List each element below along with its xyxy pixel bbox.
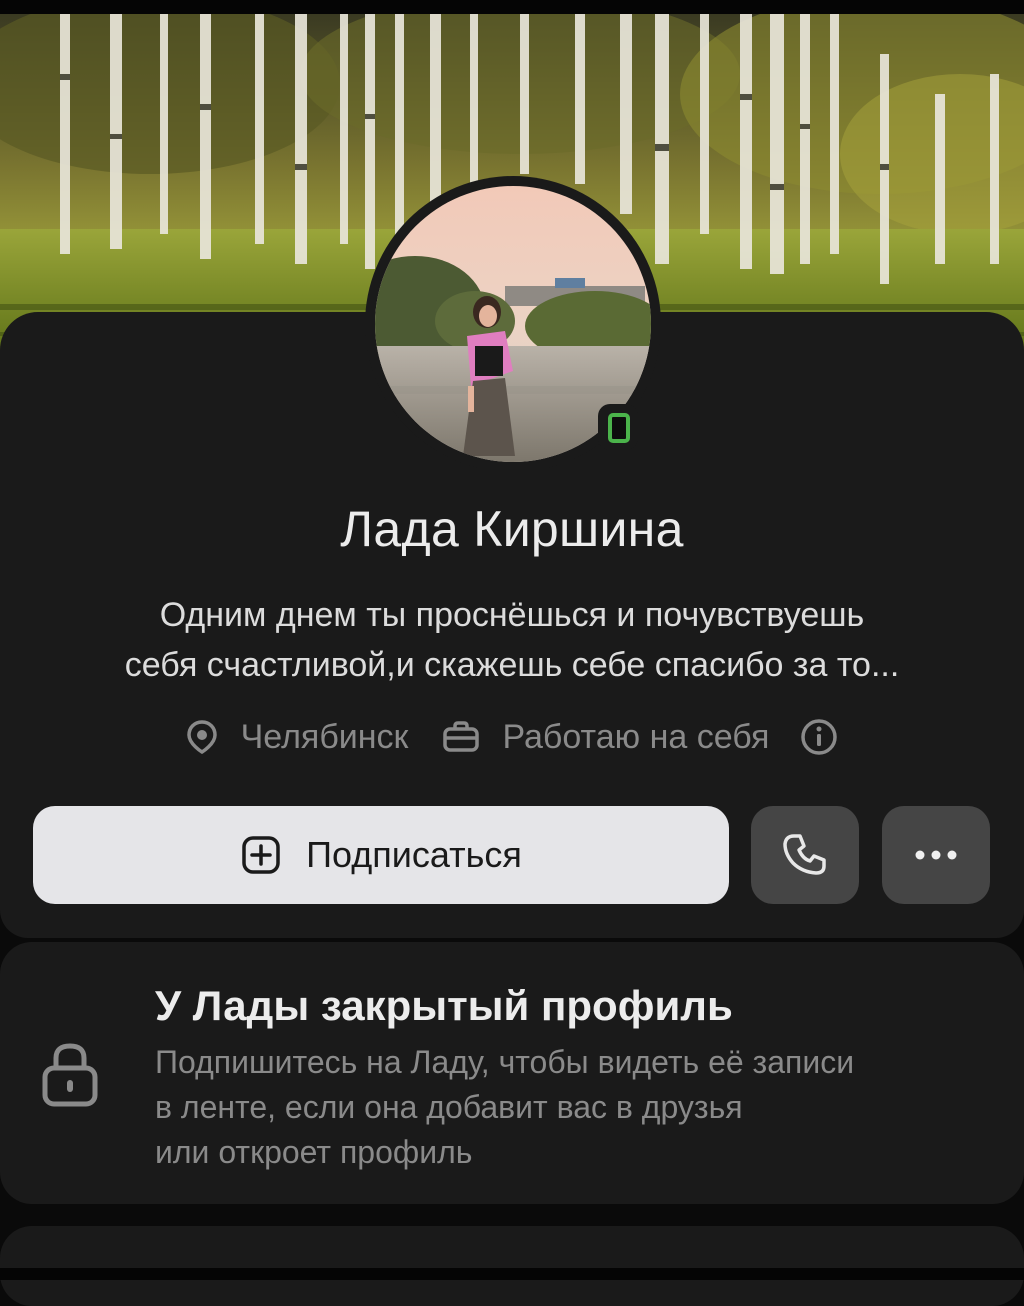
info-button[interactable] [799, 717, 839, 757]
lock-icon [40, 1040, 100, 1113]
location-item: Челябинск [185, 717, 409, 757]
description-line: или откроет профиль [155, 1134, 473, 1170]
private-profile-description: Подпишитесь на Ладу, чтобы видеть её зап… [155, 1040, 995, 1175]
private-profile-title: У Лады закрытый профиль [155, 982, 733, 1029]
info-icon [801, 719, 838, 755]
more-horizontal-icon [915, 850, 957, 860]
profile-name: Лада Киршина [340, 501, 684, 557]
location-pin-icon [186, 720, 217, 755]
online-mobile-badge [598, 404, 638, 450]
status-bar-strip [0, 0, 1024, 14]
status-line: себя счастливой,и скажешь себе спасибо з… [124, 646, 900, 684]
location-label: Челябинск [240, 717, 409, 756]
profile-status[interactable]: Одним днем ты проснёшься и почувствуешь … [60, 590, 964, 690]
description-line: в ленте, если она добавит вас в друзья [155, 1089, 743, 1125]
profile-meta: Челябинск Работаю на себя [0, 712, 1024, 762]
bottom-strip [0, 1268, 1024, 1280]
more-button[interactable] [882, 806, 990, 904]
subscribe-button[interactable]: Подписаться [33, 806, 729, 904]
next-section-card [0, 1226, 1024, 1306]
briefcase-icon [443, 721, 480, 752]
call-button[interactable] [751, 806, 859, 904]
subscribe-label: Подписаться [306, 834, 522, 875]
phone-icon [783, 834, 826, 875]
description-line: Подпишитесь на Ладу, чтобы видеть её зап… [155, 1044, 855, 1080]
phone-online-icon [608, 413, 630, 443]
work-label: Работаю на себя [502, 717, 770, 756]
status-line: Одним днем ты проснёшься и почувствуешь [159, 596, 865, 634]
work-item: Работаю на себя [442, 718, 769, 757]
plus-square-icon [242, 836, 280, 874]
